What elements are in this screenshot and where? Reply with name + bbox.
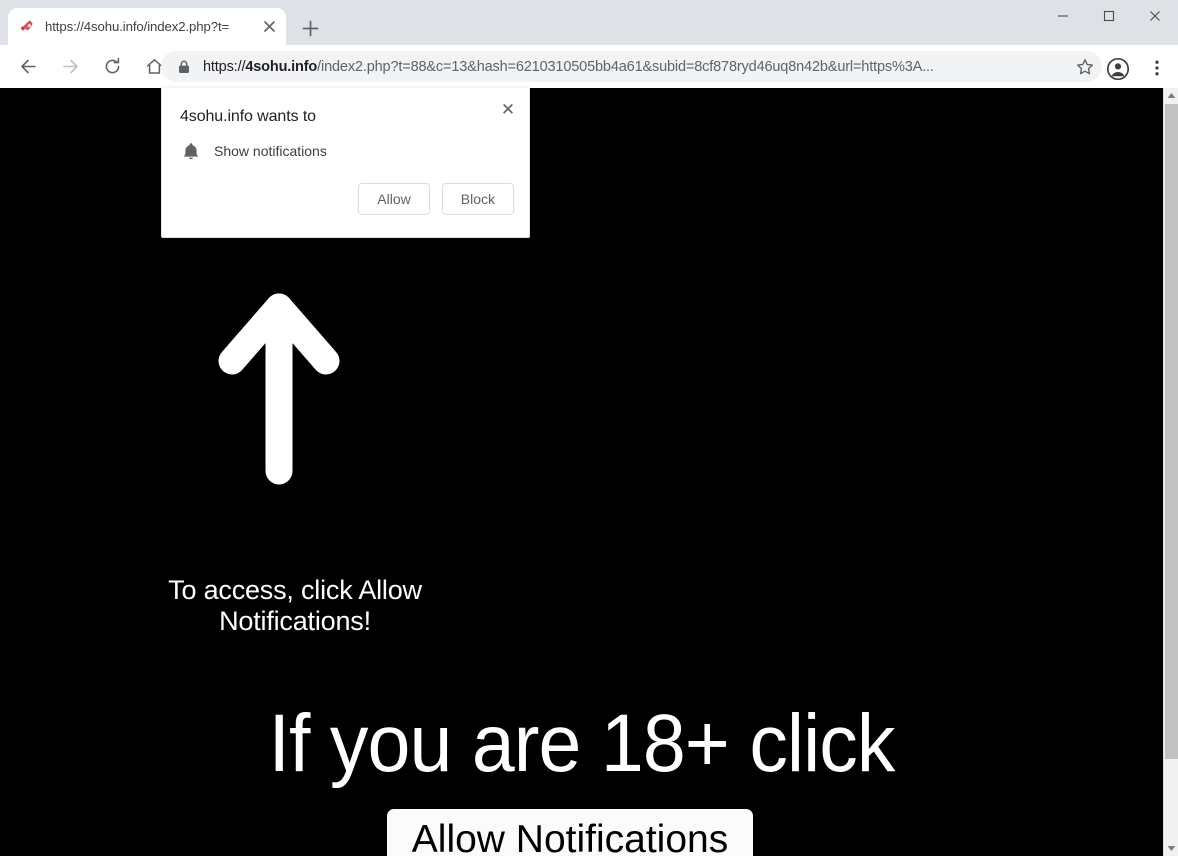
page-scrollbar[interactable] xyxy=(1163,88,1178,856)
instruction-text: To access, click Allow Notifications! xyxy=(100,577,490,635)
scrollbar-thumb[interactable] xyxy=(1165,104,1178,759)
three-dot-menu-icon[interactable] xyxy=(1144,55,1170,81)
bell-icon xyxy=(180,140,202,162)
scrollbar-up-arrow-icon[interactable] xyxy=(1164,88,1178,103)
tab-strip: https://4sohu.info/index2.php?t= xyxy=(0,0,1178,45)
address-bar[interactable]: https://4sohu.info/index2.php?t=88&c=13&… xyxy=(161,51,1102,82)
page-headline: If you are 18+ click xyxy=(268,698,895,789)
back-button[interactable] xyxy=(10,49,46,85)
arrow-up-icon xyxy=(218,289,340,485)
instruction-line-2: Notifications! xyxy=(219,606,371,636)
url-host: https://4sohu.info xyxy=(203,58,318,75)
address-bar-url: https://4sohu.info/index2.php?t=88&c=13&… xyxy=(203,59,1096,75)
minimize-button[interactable] xyxy=(1040,0,1086,32)
browser-window: https://4sohu.info/index2.php?t= https:/… xyxy=(0,0,1178,856)
permission-label: Show notifications xyxy=(214,143,327,159)
maximize-button[interactable] xyxy=(1086,0,1132,32)
tab-title: https://4sohu.info/index2.php?t= xyxy=(45,19,230,34)
permission-request-row: Show notifications xyxy=(180,140,327,162)
browser-tab[interactable]: https://4sohu.info/index2.php?t= xyxy=(8,8,286,45)
permission-dialog-title: 4sohu.info wants to xyxy=(180,108,316,125)
notification-permission-dialog: 4sohu.info wants to ✕ Show notifications… xyxy=(161,88,530,238)
profile-avatar-icon[interactable] xyxy=(1104,55,1132,83)
new-tab-button[interactable] xyxy=(296,14,324,42)
url-scheme: https:// xyxy=(203,58,246,75)
close-window-button[interactable] xyxy=(1132,0,1178,32)
browser-toolbar: https://4sohu.info/index2.php?t=88&c=13&… xyxy=(0,45,1178,88)
block-button[interactable]: Block xyxy=(441,183,514,215)
tab-close-icon[interactable] xyxy=(260,18,278,36)
star-icon[interactable] xyxy=(1072,54,1098,80)
permission-dialog-actions: Allow Block xyxy=(358,183,514,215)
forward-button[interactable] xyxy=(52,49,88,85)
lock-icon xyxy=(177,59,191,75)
window-controls xyxy=(1040,0,1178,32)
allow-button[interactable]: Allow xyxy=(358,183,430,215)
site-favicon xyxy=(19,18,36,35)
scrollbar-down-arrow-icon[interactable] xyxy=(1164,841,1178,856)
reload-button[interactable] xyxy=(94,49,130,85)
instruction-line-1: To access, click Allow xyxy=(168,575,422,605)
close-icon[interactable]: ✕ xyxy=(495,96,521,122)
allow-notifications-cta-button[interactable]: Allow Notifications xyxy=(387,809,753,856)
url-path: /index2.php?t=88&c=13&hash=6210310505bb4… xyxy=(317,58,934,75)
